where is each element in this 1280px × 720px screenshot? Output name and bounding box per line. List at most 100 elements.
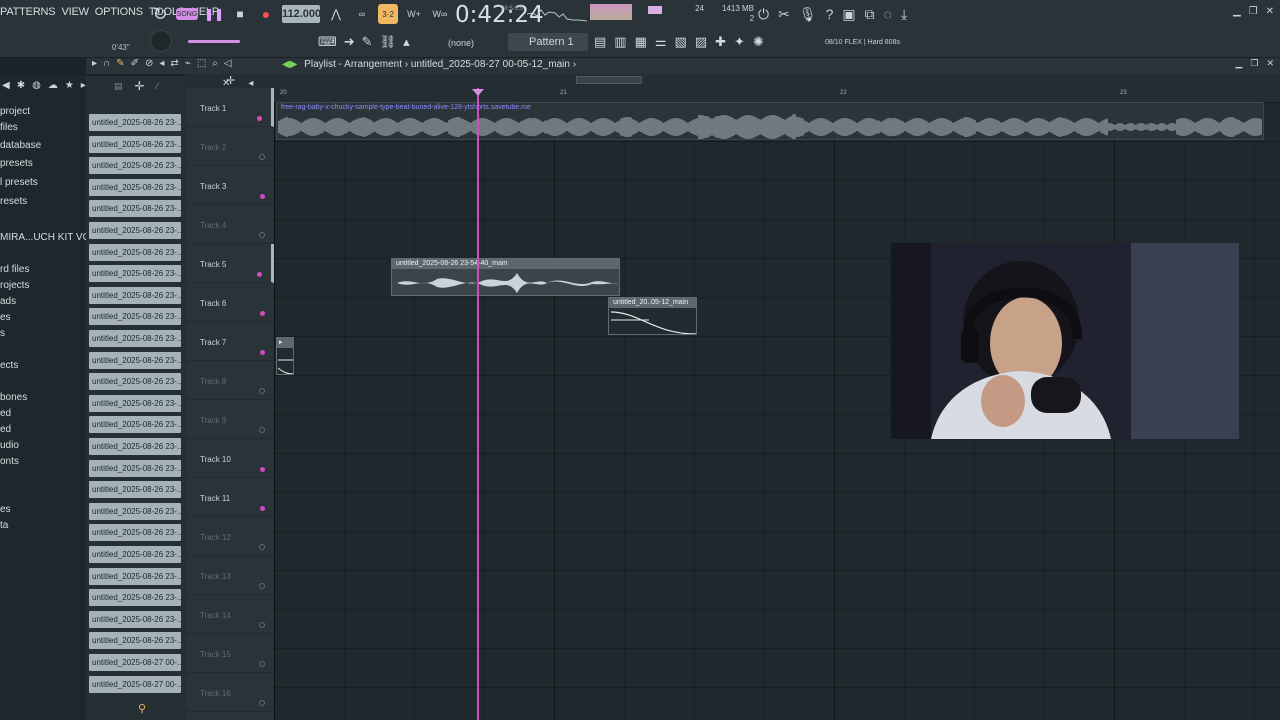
track-header[interactable]: Track 2 <box>186 127 274 166</box>
menu-patterns[interactable]: PATTERNS <box>0 6 56 18</box>
delete-icon[interactable]: ⊘ <box>145 58 153 69</box>
arrow-right-icon[interactable]: ▸ <box>92 58 97 69</box>
minimize-icon[interactable]: ▁ <box>1235 58 1242 69</box>
file-list-item[interactable]: untitled_2025-08-26 23-... <box>89 524 181 542</box>
track-header[interactable]: Track 15 <box>186 634 274 673</box>
file-list-item[interactable]: untitled_2025-08-26 23-... <box>89 265 181 283</box>
song-mode-icon[interactable]: ↻ <box>150 4 170 24</box>
track-mute-dot[interactable] <box>257 116 262 121</box>
track-header[interactable]: Track 16 <box>186 673 274 712</box>
track-mute-dot[interactable] <box>259 388 265 394</box>
close-icon[interactable]: ✕ <box>1266 6 1274 17</box>
minimize-icon[interactable]: ▁ <box>1233 6 1241 17</box>
track-header[interactable]: Track 8 <box>186 361 274 400</box>
pattern-icon[interactable]: ▧ <box>675 34 687 50</box>
file-list-item[interactable]: untitled_2025-08-26 23-... <box>89 567 181 585</box>
browser-folder-item[interactable]: presets <box>0 158 33 169</box>
browser-folder-item[interactable]: bones <box>0 392 27 403</box>
file-list-item[interactable]: untitled_2025-08-26 23-... <box>89 632 181 650</box>
browser-folder-item[interactable]: files <box>0 122 18 133</box>
track-header[interactable]: Track 12 <box>186 517 274 556</box>
file-list-item[interactable]: untitled_2025-08-26 23-... <box>89 286 181 304</box>
collapse-icon[interactable]: ⁄ <box>157 81 159 91</box>
playlist-icon[interactable]: ▤ <box>594 34 606 50</box>
automation-clip-track6[interactable]: untitled_20..05-12_main <box>608 297 697 335</box>
brush-tool-icon[interactable]: ✐ <box>131 58 139 69</box>
zoom-icon[interactable]: ⌕ <box>212 58 218 69</box>
countdown-icon[interactable]: 3·2 <box>378 4 398 24</box>
browser-icon[interactable]: ▨ <box>695 34 707 50</box>
link-icon[interactable]: ⛓ <box>380 34 397 50</box>
track-header[interactable]: Track 5 <box>186 244 274 283</box>
track-mute-dot[interactable] <box>259 700 265 706</box>
save-icon[interactable]: ▣ <box>842 6 855 23</box>
mixer-icon[interactable]: ⧉ <box>865 6 875 23</box>
browser-folder-item[interactable]: udio <box>0 440 19 451</box>
restore-icon[interactable]: ❐ <box>1249 6 1258 17</box>
playback-icon[interactable]: ◁ <box>224 58 232 69</box>
browser-folder-item[interactable]: database <box>0 140 41 151</box>
restore-icon[interactable]: ❐ <box>1250 58 1258 69</box>
globe-icon[interactable]: ◍ <box>32 80 41 91</box>
search-icon[interactable]: ⚲ <box>138 702 146 715</box>
browser-folder-item[interactable]: ed <box>0 408 11 419</box>
audio-clip-track1[interactable]: free-rag-baby-x-chucky-sample-type-beat-… <box>276 102 1264 140</box>
menu-view[interactable]: VIEW <box>61 6 89 18</box>
browser-folder-item[interactable]: s <box>0 328 5 339</box>
snap-selector[interactable]: (none) <box>448 38 474 48</box>
wand-icon[interactable]: ✦ <box>734 34 745 50</box>
plugin-icon[interactable]: ✚ <box>715 34 726 50</box>
file-list-item[interactable]: untitled_2025-08-26 23-... <box>89 351 181 369</box>
browser-folder-item[interactable]: ta <box>0 520 8 531</box>
loop-record-icon[interactable]: W∞ <box>430 4 450 24</box>
stamp-icon[interactable]: ▴ <box>403 34 410 50</box>
power-icon[interactable]: ⏻ <box>758 6 769 23</box>
step-edit-icon[interactable]: W+ <box>404 4 424 24</box>
file-list-item[interactable]: untitled_2025-08-26 23-... <box>89 243 181 261</box>
track-mute-dot[interactable] <box>257 272 262 277</box>
track-mute-dot[interactable] <box>259 583 265 589</box>
playlist-play-icon[interactable]: ◀▶ <box>282 59 297 70</box>
track-mute-dot[interactable] <box>259 154 265 160</box>
track-header[interactable]: Track 3 <box>186 166 274 205</box>
download-icon[interactable]: ⤓ <box>901 6 907 23</box>
microphone-icon[interactable]: 🎙︎ <box>799 6 817 23</box>
track-header[interactable]: Track 14 <box>186 595 274 634</box>
track-header[interactable]: Track 11 <box>186 478 274 517</box>
slip-icon[interactable]: ⇄ <box>170 58 178 69</box>
track-mute-dot[interactable] <box>259 232 265 238</box>
file-list-item[interactable]: untitled_2025-08-26 23-... <box>89 200 181 218</box>
keyboard-icon[interactable]: ⌨ <box>318 34 337 50</box>
cloud-icon[interactable]: ☁ <box>48 80 58 91</box>
close-icon[interactable]: ✕ <box>1266 58 1274 69</box>
track-mute-dot[interactable] <box>260 506 265 511</box>
file-list-item[interactable]: untitled_2025-08-26 23-... <box>89 589 181 607</box>
pattern-selector[interactable]: Pattern 1 <box>508 33 588 51</box>
chat-icon[interactable]: ◌ <box>884 6 892 23</box>
automation-clip-track7[interactable]: ▸ <box>276 337 294 375</box>
wait-input-icon[interactable]: ∞ <box>352 4 372 24</box>
file-list-item[interactable]: untitled_2025-08-26 23-... <box>89 459 181 477</box>
browser-folder-item[interactable]: resets <box>0 196 27 207</box>
track-mute-dot[interactable] <box>259 544 265 550</box>
playhead-line[interactable] <box>477 88 479 720</box>
playhead-marker[interactable] <box>472 89 484 96</box>
arrow-right-icon[interactable]: ➜ <box>344 34 355 50</box>
track-mute-dot[interactable] <box>259 427 265 433</box>
file-list-item[interactable]: untitled_2025-08-26 23-... <box>89 394 181 412</box>
track-header[interactable]: Track 10 <box>186 439 274 478</box>
piano-roll-icon[interactable]: ▥ <box>614 34 626 50</box>
pencil-icon[interactable]: ✎ <box>116 58 124 69</box>
magnet-icon[interactable]: ∩ <box>103 58 110 69</box>
crosshair-icon[interactable]: ✛ <box>134 79 144 93</box>
track-header[interactable]: Track 4 <box>186 205 274 244</box>
stop-button[interactable]: ■ <box>230 4 250 24</box>
menu-options[interactable]: OPTIONS <box>95 6 143 18</box>
browser-folder-item[interactable]: project <box>0 106 30 117</box>
mixer-window-icon[interactable]: ⚌ <box>655 34 667 50</box>
track-mute-dot[interactable] <box>260 467 265 472</box>
file-list-item[interactable]: untitled_2025-08-26 23-... <box>89 222 181 239</box>
file-list-item[interactable]: untitled_2025-08-26 23-... <box>89 330 181 347</box>
track-header[interactable]: Track 6 <box>186 283 274 322</box>
horizontal-scrollbar[interactable] <box>576 76 642 84</box>
